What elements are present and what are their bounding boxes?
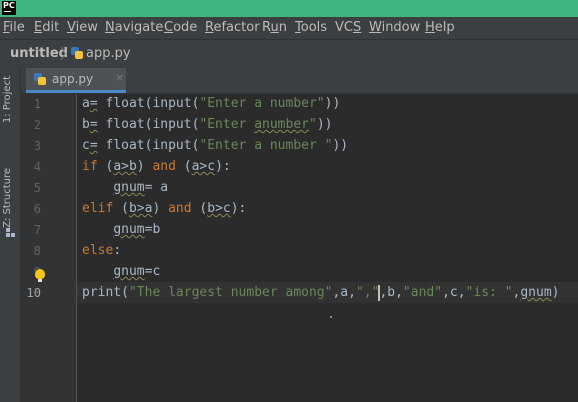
mouse-pointer-dot [330,316,332,318]
structure-tool-tab[interactable]: Z: Structure [2,168,13,228]
tab-label: app.py [52,72,94,86]
menu-refactor-rest: efactor [213,20,260,35]
menu-view[interactable]: View [67,20,98,35]
python-file-icon [34,73,46,85]
menu-help-mnemonic: H [425,20,435,35]
menu-file-rest: ile [9,20,25,35]
code-line-9: gnum=c [113,264,161,279]
menu-window[interactable]: Window [369,20,420,35]
editor-tabs: app.py × [21,68,578,94]
menu-help-rest: elp [434,20,455,35]
structure-icon [6,228,15,237]
breadcrumb-file[interactable]: app.py [86,46,131,61]
menu-code-rest: ode [173,20,198,35]
menu-navigate-rest: avigate [114,20,164,35]
code-line-4: if (a>b) and (a>c): [82,159,231,174]
menu-vcs-mnemonic: S [352,20,362,35]
menu-edit[interactable]: Edit [34,20,59,35]
menu-bar: File Edit View Navigate Code Refactor Ru… [0,17,578,39]
code-editor[interactable]: a= float(input("Enter a number")) b= flo… [77,94,578,402]
menu-run[interactable]: Run [262,20,287,35]
menu-code-mnemonic: C [164,20,174,35]
title-bar: PC [0,0,578,17]
line-number-current: 10 [26,286,41,300]
line-number: 2 [33,118,41,132]
menu-navigate[interactable]: Navigate [105,20,163,35]
code-line-7: gnum=b [113,222,161,237]
intention-bulb-icon[interactable] [35,269,45,282]
text-caret [378,285,380,301]
python-file-icon [71,47,83,59]
menu-run-mnemonic: u [270,20,279,35]
project-tool-tab[interactable]: 1: Project [2,76,13,123]
menu-help[interactable]: Help [425,20,455,35]
menu-view-rest: iew [75,20,98,35]
menu-window-mnemonic: W [369,20,382,35]
menu-vcs[interactable]: VCS [335,20,361,35]
menu-tools-rest: ools [300,20,328,35]
code-line-2: b= float(input("Enter anumber")) [82,117,333,132]
left-tool-strip: 1: Project Z: Structure [0,68,21,402]
menu-window-rest: indow [381,20,421,35]
menu-navigate-mnemonic: N [105,20,115,35]
line-number: 7 [33,223,41,237]
menu-tools[interactable]: Tools [295,20,327,35]
line-number: 3 [33,139,41,153]
pycharm-logo-icon: PC [2,1,16,15]
tab-app-py[interactable]: app.py × [26,68,126,93]
menu-edit-rest: dit [42,20,60,35]
code-line-3: c= float(input("Enter a number ")) [82,138,349,153]
menu-vcs-start: VC [335,20,353,35]
line-number: 6 [33,202,41,216]
code-line-10: print("The largest number among",a,",",b… [82,285,560,300]
menu-code[interactable]: Code [164,20,197,35]
code-line-5: gnum= a [113,180,169,195]
menu-refactor[interactable]: Refactor [205,20,260,35]
menu-view-mnemonic: V [67,20,76,35]
line-number: 5 [33,181,41,195]
line-number: 1 [33,97,41,111]
code-line-6: elif (b>a) and (b>c): [82,201,247,216]
line-number: 8 [33,244,41,258]
logo-text: PC [3,1,15,10]
menu-file[interactable]: File [3,20,25,35]
code-line-8: else: [82,243,122,258]
menu-run-rest: n [278,20,287,35]
code-line-1: a= float(input("Enter a number")) [82,96,341,111]
line-number: 4 [33,160,41,174]
navigation-bar: untitled 〉 app.py [0,39,578,69]
close-icon[interactable]: × [115,71,124,84]
line-number-gutter: 1 2 3 4 5 6 7 8 9 10 [21,94,77,402]
menu-edit-mnemonic: E [34,20,43,35]
